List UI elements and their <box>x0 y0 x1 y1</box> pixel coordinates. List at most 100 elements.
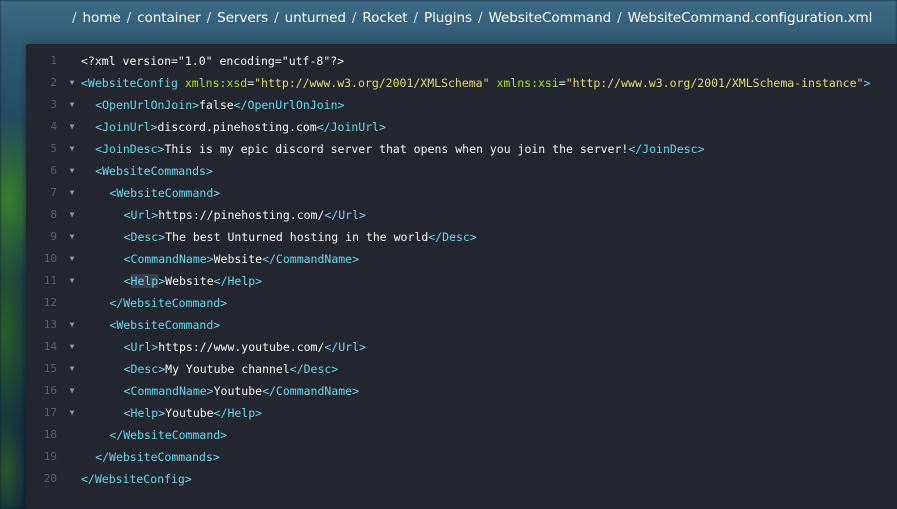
code-text[interactable]: </WebsiteConfig> <box>81 468 192 490</box>
fold-triangle-icon[interactable]: ▼ <box>67 314 77 336</box>
fold-triangle-icon[interactable]: ▼ <box>67 116 77 138</box>
code-token-tag: <CommandName> <box>123 384 214 398</box>
line-number: 5 <box>50 142 57 155</box>
breadcrumb-rocket[interactable]: Rocket <box>362 10 407 26</box>
code-token-txt: Youtube <box>213 384 263 398</box>
code-text[interactable]: <JoinUrl>discord.pinehosting.com</JoinUr… <box>95 116 386 138</box>
breadcrumb-unturned[interactable]: unturned <box>285 10 346 26</box>
code-line[interactable]: 13 ▼ <WebsiteCommand> <box>26 314 897 336</box>
code-text[interactable]: <Url>https://pinehosting.com/</Url> <box>124 204 366 226</box>
code-token-tag: </Help> <box>213 274 263 288</box>
code-token-tag: </Url> <box>324 340 366 354</box>
code-text[interactable]: </WebsiteCommands> <box>95 446 220 468</box>
code-line[interactable]: 20 </WebsiteConfig> <box>26 468 897 490</box>
code-line[interactable]: 17 ▼ <Help>Youtube</Help> <box>26 402 897 424</box>
fold-triangle-icon[interactable]: ▼ <box>67 72 77 94</box>
code-text[interactable]: </WebsiteCommand> <box>109 292 227 314</box>
fold-triangle-icon[interactable]: ▼ <box>67 160 77 182</box>
code-line[interactable]: 10 ▼ <CommandName>Website</CommandName> <box>26 248 897 270</box>
breadcrumb-separator: / <box>126 10 132 26</box>
code-token-tag: </OpenUrlOnJoin> <box>233 98 345 112</box>
code-line[interactable]: 6 ▼ <WebsiteCommands> <box>26 160 897 182</box>
code-text[interactable]: <Help>Website</Help> <box>124 270 263 292</box>
code-text[interactable]: <Desc>The best Unturned hosting in the w… <box>124 226 477 248</box>
code-line[interactable]: 8 ▼ <Url>https://pinehosting.com/</Url> <box>26 204 897 226</box>
code-token-tag: <CommandName> <box>123 252 214 266</box>
breadcrumb-separator: / <box>72 10 77 26</box>
code-token-txt: Website <box>165 274 214 288</box>
line-number: 8 <box>50 208 57 221</box>
breadcrumb-separator: / <box>206 10 212 26</box>
fold-triangle-icon[interactable]: ▼ <box>67 270 77 292</box>
code-token-tag: </Desc> <box>289 362 339 376</box>
fold-triangle-icon[interactable]: ▼ <box>67 358 77 380</box>
code-token-txt: The best Unturned hosting in the world <box>165 230 429 244</box>
code-line[interactable]: 9 ▼ <Desc>The best Unturned hosting in the… <box>26 226 897 248</box>
fold-triangle-icon[interactable]: ▼ <box>67 182 77 204</box>
code-line[interactable]: 16 ▼ <CommandName>Youtube</CommandName> <box>26 380 897 402</box>
code-text[interactable]: </WebsiteCommand> <box>109 424 227 446</box>
code-text[interactable]: <?xml version="1.0" encoding="utf-8"?> <box>81 50 344 72</box>
breadcrumb-plugins[interactable]: Plugins <box>424 10 472 26</box>
code-lines[interactable]: 1 <?xml version="1.0" encoding="utf-8"?> 2… <box>26 50 897 490</box>
code-line[interactable]: 19 </WebsiteCommands> <box>26 446 897 468</box>
fold-triangle-icon[interactable]: ▼ <box>67 248 77 270</box>
code-text[interactable]: <Desc>My Youtube channel</Desc> <box>124 358 339 380</box>
code-text[interactable]: <Help>Youtube</Help> <box>124 402 262 424</box>
fold-triangle-icon[interactable]: ▼ <box>67 226 77 248</box>
breadcrumb-container[interactable]: container <box>137 10 201 26</box>
code-line[interactable]: 11 ▼ <Help>Website</Help> <box>26 270 897 292</box>
code-line[interactable]: 2 ▼ <WebsiteConfig xmlns:xsd="http://www.w… <box>26 72 897 94</box>
code-text[interactable]: <OpenUrlOnJoin>false</OpenUrlOnJoin> <box>95 94 344 116</box>
code-text[interactable]: <Url>https://www.youtube.com/</Url> <box>124 336 366 358</box>
code-token-txt: My Youtube channel <box>165 362 290 376</box>
code-text[interactable]: <CommandName>Website</CommandName> <box>124 248 359 270</box>
line-number: 10 <box>43 252 57 265</box>
line-number: 18 <box>43 428 57 441</box>
line-number: 13 <box>43 318 57 331</box>
code-line[interactable]: 12 </WebsiteCommand> <box>26 292 897 314</box>
fold-triangle-icon[interactable]: ▼ <box>67 380 77 402</box>
code-editor[interactable]: 1 <?xml version="1.0" encoding="utf-8"?> 2… <box>26 44 897 509</box>
code-line[interactable]: 15 ▼ <Desc>My Youtube channel</Desc> <box>26 358 897 380</box>
code-line[interactable]: 1 <?xml version="1.0" encoding="utf-8"?> <box>26 50 897 72</box>
code-text[interactable]: <WebsiteCommand> <box>109 182 220 204</box>
fold-triangle-icon[interactable]: ▼ <box>67 204 77 226</box>
code-text[interactable]: <CommandName>Youtube</CommandName> <box>124 380 359 402</box>
code-token-pi: <?xml version="1.0" encoding="utf-8"?> <box>81 54 345 68</box>
breadcrumb-servers[interactable]: Servers <box>217 10 268 26</box>
code-text[interactable]: <JoinDesc>This is my epic discord server… <box>95 138 704 160</box>
line-number: 2 <box>50 76 57 89</box>
fold-triangle-icon[interactable]: ▼ <box>67 94 77 116</box>
line-number: 1 <box>50 54 57 67</box>
breadcrumb-separator: / <box>351 10 357 26</box>
code-token-tag: <Help> <box>123 406 166 420</box>
breadcrumb-home[interactable]: home <box>82 10 120 26</box>
breadcrumb: / home / container / Servers / unturned … <box>72 8 872 28</box>
code-text[interactable]: <WebsiteConfig xmlns:xsd="http://www.w3.… <box>81 72 870 94</box>
code-token-tag: </Help> <box>213 406 263 420</box>
code-token-tag: <WebsiteCommands> <box>95 164 213 178</box>
line-number: 17 <box>43 406 57 419</box>
code-token-tag: <Desc> <box>123 230 166 244</box>
code-text[interactable]: <WebsiteCommands> <box>95 160 213 182</box>
fold-triangle-icon[interactable]: ▼ <box>67 336 77 358</box>
line-number: 19 <box>43 450 57 463</box>
code-line[interactable]: 14 ▼ <Url>https://www.youtube.com/</Url> <box>26 336 897 358</box>
code-token-txt: = <box>558 76 566 90</box>
breadcrumb-current-file[interactable]: WebsiteCommand.configuration.xml <box>628 10 873 26</box>
code-line[interactable]: 3 ▼ <OpenUrlOnJoin>false</OpenUrlOnJoin> <box>26 94 897 116</box>
breadcrumb-websitecommand[interactable]: WebsiteCommand <box>488 10 611 26</box>
code-token-tag: </JoinDesc> <box>628 142 705 156</box>
code-line[interactable]: 7 ▼ <WebsiteCommand> <box>26 182 897 204</box>
code-line[interactable]: 18 </WebsiteCommand> <box>26 424 897 446</box>
fold-triangle-icon[interactable]: ▼ <box>67 402 77 424</box>
fold-triangle-icon[interactable]: ▼ <box>67 138 77 160</box>
code-text[interactable]: <WebsiteCommand> <box>109 314 220 336</box>
code-line[interactable]: 5 ▼ <JoinDesc>This is my epic discord serv… <box>26 138 897 160</box>
code-line[interactable]: 4 ▼ <JoinUrl>discord.pinehosting.com</Join… <box>26 116 897 138</box>
code-token-tag: </JoinUrl> <box>316 120 386 134</box>
code-token-tag: <Url> <box>123 340 159 354</box>
code-token-str: "http://www.w3.org/2001/XMLSchema" <box>254 76 490 90</box>
